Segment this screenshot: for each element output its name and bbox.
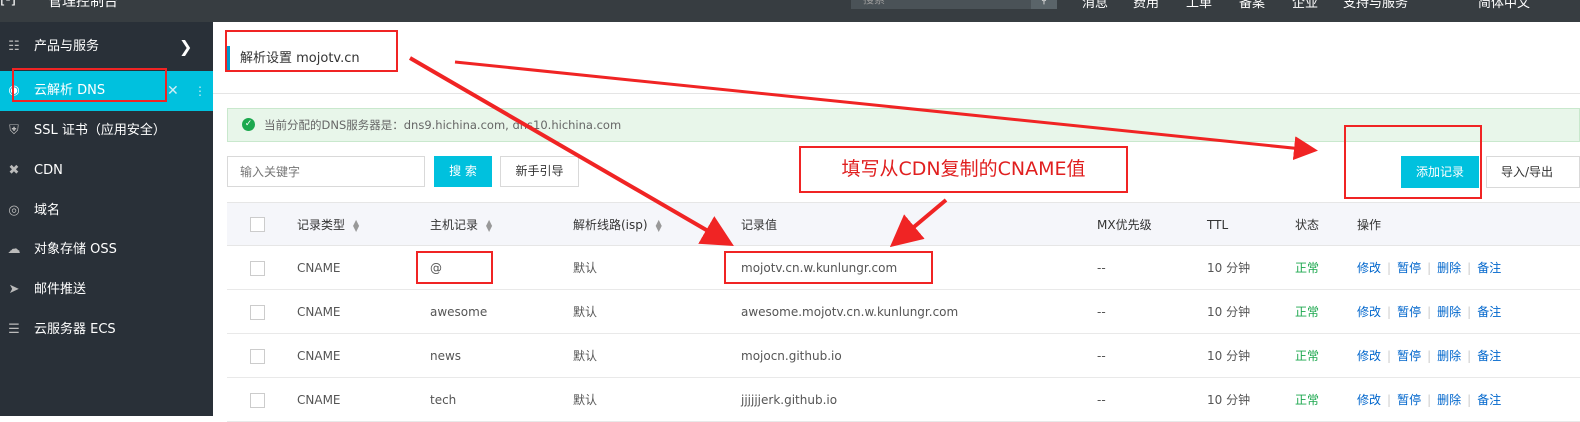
arrow-from-callout bbox=[889, 198, 948, 248]
annotation-arrows bbox=[408, 56, 1318, 248]
arrow-to-add bbox=[454, 60, 1318, 161]
